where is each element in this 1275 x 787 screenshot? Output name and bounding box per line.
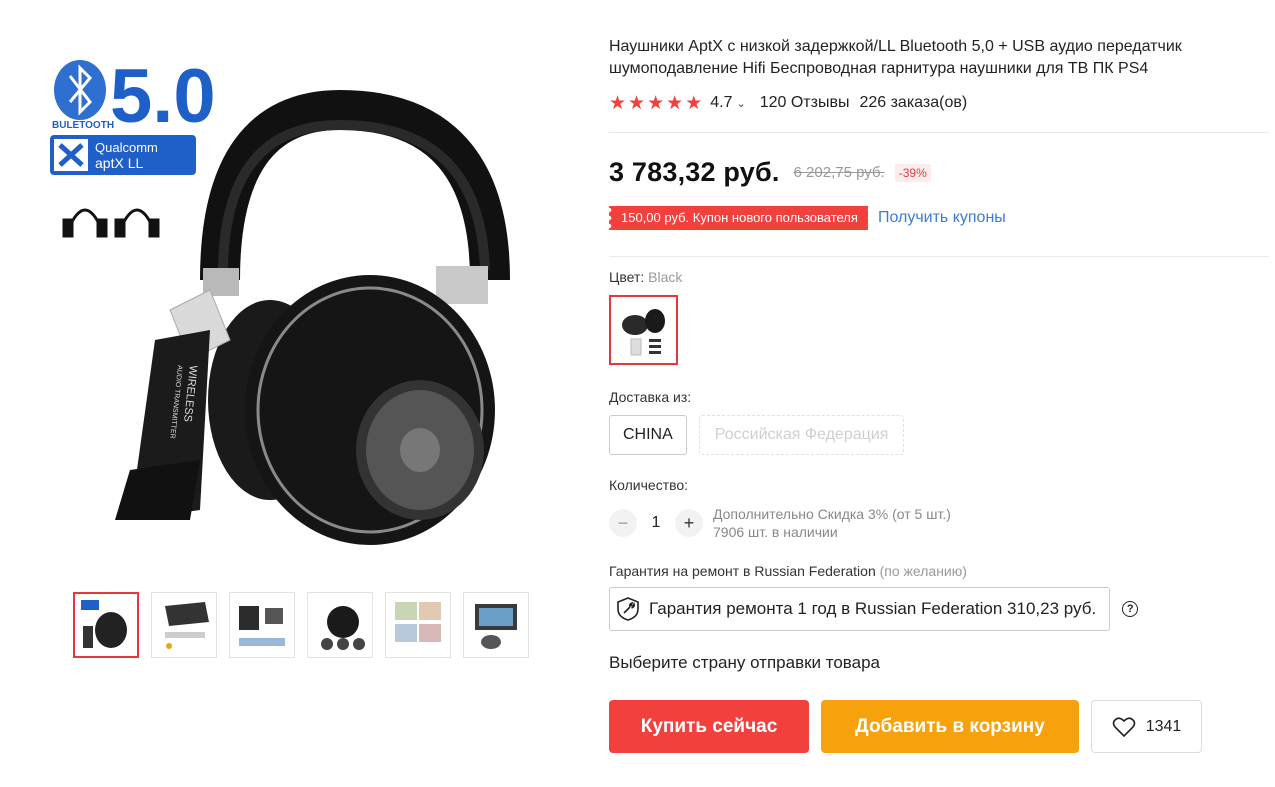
orders-count: 226 заказа(ов) (859, 94, 968, 111)
quantity-minus-button[interactable]: − (609, 509, 637, 537)
headphones-image: 5.0 BULETOOTH Qualcomm aptX LL WIRELESS … (50, 54, 510, 545)
svg-text:5.0: 5.0 (110, 54, 216, 139)
help-icon[interactable]: ? (1122, 601, 1139, 617)
star-icon: ★ (647, 92, 665, 114)
rating-value[interactable]: 4.7 (710, 94, 732, 112)
warranty-option[interactable]: Гарантия ремонта 1 год в Russian Federat… (609, 587, 1111, 631)
current-price: 3 783,32 руб. (609, 157, 780, 187)
warranty-row: Гарантия ремонта 1 год в Russian Federat… (609, 587, 1269, 631)
reviews-link[interactable]: 120 Отзывы (760, 94, 850, 112)
new-user-coupon[interactable]: 150,00 руб. Купон нового пользователя (609, 206, 868, 230)
quantity-info: Дополнительно Скидка 3% (от 5 шт.) 7906 … (713, 505, 951, 541)
headphone-icon (62, 208, 160, 238)
ship-from-russia[interactable]: Российская Федерация (698, 415, 905, 455)
heart-icon (1112, 716, 1135, 737)
price-row: 3 783,32 руб. 6 202,75 руб. -39% (609, 157, 1269, 188)
buy-now-button[interactable]: Купить сейчас (609, 700, 809, 753)
purchase-actions: Купить сейчас Добавить в корзину 1341 (609, 700, 1269, 753)
thumbnail-1[interactable] (73, 592, 139, 658)
product-variant-image (621, 309, 665, 356)
thumbnail-3[interactable] (229, 592, 295, 658)
star-icon: ★ (609, 92, 627, 114)
old-price: 6 202,75 руб. (793, 164, 885, 181)
thumbnail-2[interactable] (151, 592, 217, 658)
star-icon: ★ (685, 92, 703, 114)
wishlist-count: 1341 (1145, 717, 1182, 735)
color-selected-value: Black (648, 269, 683, 285)
svg-text:Qualcomm: Qualcomm (95, 140, 158, 155)
get-coupons-link[interactable]: Получить купоны (878, 209, 1006, 227)
stock-text: 7906 шт. в наличии (713, 524, 838, 540)
svg-text:BULETOOTH: BULETOOTH (52, 120, 114, 131)
qualcomm-aptx-badge: Qualcomm aptX LL (50, 135, 196, 175)
product-info: Наушники AptX с низкой задержкой/LL Blue… (609, 36, 1269, 753)
thumbnail-6[interactable] (463, 592, 529, 658)
quantity-stepper: − 1 + Дополнительно Скидка 3% (от 5 шт.)… (609, 505, 1269, 541)
discount-badge: -39% (894, 163, 931, 182)
quantity-label: Количество: (609, 477, 689, 493)
thumbnail-5[interactable] (385, 592, 451, 658)
rating-row: ★ ★ ★ ★ ★ 4.7 ⌄ 120 Отзывы 226 заказа(ов… (609, 92, 1269, 114)
star-icon: ★ (666, 92, 684, 114)
chevron-down-icon[interactable]: ⌄ (736, 97, 745, 110)
warranty-optional: (по желанию) (879, 563, 967, 579)
bluetooth-5-badge: 5.0 BULETOOTH (52, 54, 216, 139)
warranty-label-text: Гарантия на ремонт в Russian Federation (609, 563, 876, 579)
shield-wrench-icon (617, 597, 639, 621)
coupon-row: 150,00 руб. Купон нового пользователя По… (609, 206, 1269, 230)
warranty-option-text: Гарантия ремонта 1 год в Russian Federat… (649, 599, 1097, 618)
divider (609, 256, 1269, 257)
svg-text:aptX LL: aptX LL (95, 155, 143, 171)
product-main-image[interactable]: 5.0 BULETOOTH Qualcomm aptX LL WIRELESS … (40, 40, 540, 560)
shipping-options: CHINA Российская Федерация (609, 415, 1269, 455)
star-icon: ★ (628, 92, 646, 114)
choose-country-text: Выберите страну отправки товара (609, 653, 881, 672)
shipping-label: Доставка из: (609, 389, 692, 405)
thumbnail-strip (73, 592, 529, 658)
rating-stars: ★ ★ ★ ★ ★ (609, 94, 702, 113)
color-label-text: Цвет: (609, 269, 645, 285)
quantity-plus-button[interactable]: + (675, 509, 703, 537)
color-swatch-black[interactable] (609, 295, 678, 365)
add-to-cart-button[interactable]: Добавить в корзину (821, 700, 1079, 753)
ship-from-china[interactable]: CHINA (609, 415, 687, 455)
bulk-discount-text: Дополнительно Скидка 3% (от 5 шт.) (713, 506, 951, 522)
wishlist-button[interactable]: 1341 (1091, 700, 1202, 753)
warranty-label: Гарантия на ремонт в Russian Federation … (609, 563, 1269, 579)
color-label: Цвет: Black (609, 269, 1269, 285)
divider (609, 132, 1269, 133)
quantity-input[interactable]: 1 (637, 514, 675, 532)
product-title: Наушники AptX с низкой задержкой/LL Blue… (609, 38, 1182, 77)
thumbnail-4[interactable] (307, 592, 373, 658)
